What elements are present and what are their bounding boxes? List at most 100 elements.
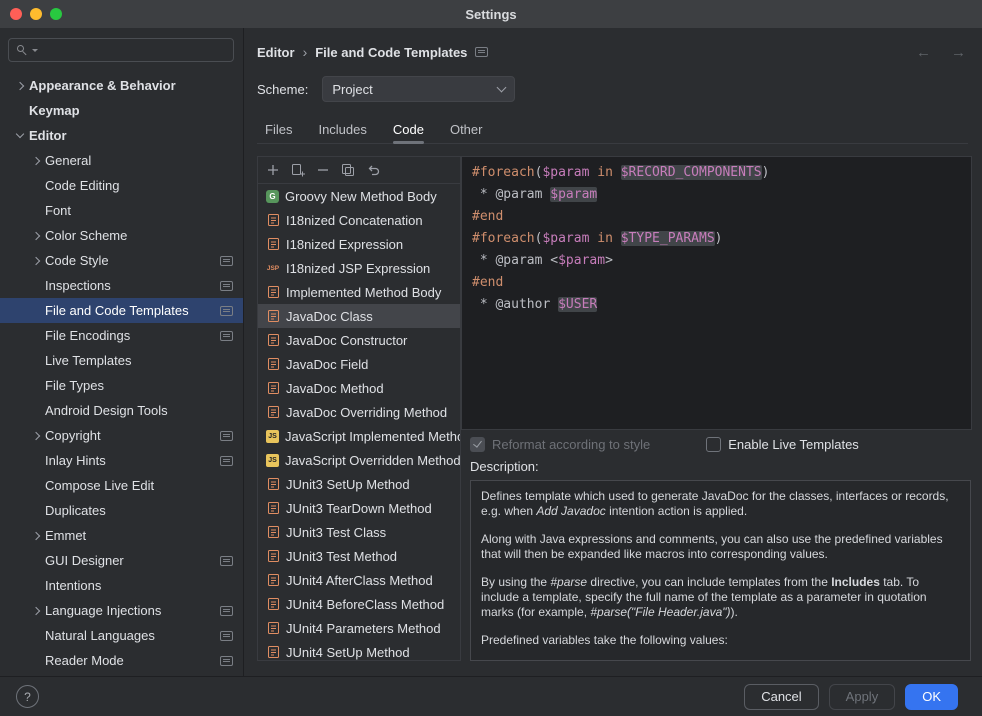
template-item-javascript-overridden-method[interactable]: JSJavaScript Overridden Method <box>258 448 460 472</box>
template-item-i18nized-jsp-expression[interactable]: JSPI18nized JSP Expression <box>258 256 460 280</box>
template-item-javascript-implemented-method[interactable]: JSJavaScript Implemented Method <box>258 424 460 448</box>
template-item-implemented-method-body[interactable]: Implemented Method Body <box>258 280 460 304</box>
sidebar-item-emmet[interactable]: Emmet <box>0 523 243 548</box>
sidebar-item-general[interactable]: General <box>0 148 243 173</box>
chevron-down-icon[interactable] <box>12 128 29 144</box>
sidebar-item-android-design-tools[interactable]: Android Design Tools <box>0 398 243 423</box>
template-code-editor[interactable]: #foreach($param in $RECORD_COMPONENTS) *… <box>461 156 972 430</box>
sidebar-item-file-encodings[interactable]: File Encodings <box>0 323 243 348</box>
sidebar-item-font[interactable]: Font <box>0 198 243 223</box>
sidebar-item-label: Emmet <box>45 528 86 543</box>
template-item-junit3-test-class[interactable]: JUnit3 Test Class <box>258 520 460 544</box>
tab-includes[interactable]: Includes <box>318 116 366 143</box>
reformat-checkbox[interactable]: Reformat according to style <box>470 437 650 452</box>
template-item-junit4-beforeclass-method[interactable]: JUnit4 BeforeClass Method <box>258 592 460 616</box>
apply-button[interactable]: Apply <box>829 684 896 710</box>
template-item-junit4-setup-method[interactable]: JUnit4 SetUp Method <box>258 640 460 661</box>
monitor-icon <box>220 281 233 291</box>
sidebar-item-gui-designer[interactable]: GUI Designer <box>0 548 243 573</box>
close-button[interactable] <box>10 8 22 20</box>
ok-button[interactable]: OK <box>905 684 958 710</box>
enable-live-templates-checkbox[interactable]: Enable Live Templates <box>706 437 859 452</box>
remove-icon[interactable] <box>314 162 332 178</box>
tab-files[interactable]: Files <box>265 116 292 143</box>
reset-icon[interactable] <box>364 162 382 178</box>
monitor-icon <box>220 256 233 266</box>
chevron-right-icon[interactable] <box>28 428 45 444</box>
copy-icon[interactable] <box>289 162 307 178</box>
sidebar-item-inspections[interactable]: Inspections <box>0 273 243 298</box>
template-item-junit3-setup-method[interactable]: JUnit3 SetUp Method <box>258 472 460 496</box>
sidebar-item-file-and-code-templates[interactable]: File and Code Templates <box>0 298 243 323</box>
editor-options: Reformat according to style Enable Live … <box>470 435 859 453</box>
sidebar-item-appearance-behavior[interactable]: Appearance & Behavior <box>0 73 243 98</box>
chevron-right-icon[interactable] <box>28 603 45 619</box>
minimize-button[interactable] <box>30 8 42 20</box>
template-item-javadoc-class[interactable]: JavaDoc Class <box>258 304 460 328</box>
forward-button[interactable]: → <box>951 44 966 61</box>
chevron-right-icon[interactable] <box>28 528 45 544</box>
sidebar-item-copyright[interactable]: Copyright <box>0 423 243 448</box>
sidebar-item-label: Duplicates <box>45 503 106 518</box>
sidebar-item-compose-live-edit[interactable]: Compose Live Edit <box>0 473 243 498</box>
chevron-right-icon[interactable] <box>28 253 45 269</box>
back-button[interactable]: ← <box>916 44 931 61</box>
template-item-javadoc-field[interactable]: JavaDoc Field <box>258 352 460 376</box>
sidebar-item-color-scheme[interactable]: Color Scheme <box>0 223 243 248</box>
sidebar-item-duplicates[interactable]: Duplicates <box>0 498 243 523</box>
sidebar-item-reader-mode[interactable]: Reader Mode <box>0 648 243 673</box>
scheme-value: Project <box>332 82 372 97</box>
chevron-right-icon[interactable] <box>28 153 45 169</box>
main-panel: Editor › File and Code Templates ← → Sch… <box>243 28 982 676</box>
tab-other[interactable]: Other <box>450 116 483 143</box>
template-item-i18nized-concatenation[interactable]: I18nized Concatenation <box>258 208 460 232</box>
template-item-junit3-teardown-method[interactable]: JUnit3 TearDown Method <box>258 496 460 520</box>
sidebar-item-label: Inlay Hints <box>45 453 106 468</box>
chevron-right-icon[interactable] <box>28 228 45 244</box>
template-file-icon <box>266 645 280 659</box>
monitor-icon <box>475 47 488 57</box>
search-input[interactable] <box>8 38 234 62</box>
template-item-groovy-new-method-body[interactable]: GGroovy New Method Body <box>258 184 460 208</box>
template-file-icon <box>266 285 280 299</box>
template-item-label: JavaDoc Method <box>286 381 384 396</box>
titlebar: Settings <box>0 0 982 28</box>
scheme-select[interactable]: Project <box>322 76 515 102</box>
sidebar-item-editor[interactable]: Editor <box>0 123 243 148</box>
template-item-javadoc-overriding-method[interactable]: JavaDoc Overriding Method <box>258 400 460 424</box>
template-item-javadoc-constructor[interactable]: JavaDoc Constructor <box>258 328 460 352</box>
breadcrumb-editor[interactable]: Editor <box>257 45 295 60</box>
monitor-icon <box>220 431 233 441</box>
duplicate-icon[interactable] <box>339 162 357 178</box>
sidebar-item-code-editing[interactable]: Code Editing <box>0 173 243 198</box>
sidebar-item-label: File Encodings <box>45 328 130 343</box>
sidebar-item-inlay-hints[interactable]: Inlay Hints <box>0 448 243 473</box>
chevron-placeholder <box>28 553 45 569</box>
chevron-right-icon[interactable] <box>12 78 29 94</box>
sidebar-item-file-types[interactable]: File Types <box>0 373 243 398</box>
template-item-junit4-parameters-method[interactable]: JUnit4 Parameters Method <box>258 616 460 640</box>
zoom-button[interactable] <box>50 8 62 20</box>
template-item-label: JUnit4 SetUp Method <box>286 645 410 660</box>
tab-code[interactable]: Code <box>393 116 424 143</box>
template-item-label: JUnit4 BeforeClass Method <box>286 597 444 612</box>
description-box[interactable]: Defines template which used to generate … <box>470 480 971 661</box>
sidebar-item-language-injections[interactable]: Language Injections <box>0 598 243 623</box>
sidebar-item-keymap[interactable]: Keymap <box>0 98 243 123</box>
sidebar-item-label: Natural Languages <box>45 628 155 643</box>
template-item-javadoc-method[interactable]: JavaDoc Method <box>258 376 460 400</box>
chevron-placeholder <box>28 203 45 219</box>
template-item-junit3-test-method[interactable]: JUnit3 Test Method <box>258 544 460 568</box>
sidebar-item-live-templates[interactable]: Live Templates <box>0 348 243 373</box>
sidebar-item-natural-languages[interactable]: Natural Languages <box>0 623 243 648</box>
sidebar-item-code-style[interactable]: Code Style <box>0 248 243 273</box>
sidebar-item-label: Font <box>45 203 71 218</box>
add-icon[interactable] <box>264 162 282 178</box>
template-file-icon <box>266 357 280 371</box>
cancel-button[interactable]: Cancel <box>744 684 818 710</box>
template-item-i18nized-expression[interactable]: I18nized Expression <box>258 232 460 256</box>
sidebar-item-intentions[interactable]: Intentions <box>0 573 243 598</box>
help-button[interactable]: ? <box>16 685 39 708</box>
template-item-junit4-afterclass-method[interactable]: JUnit4 AfterClass Method <box>258 568 460 592</box>
template-file-icon <box>266 573 280 587</box>
